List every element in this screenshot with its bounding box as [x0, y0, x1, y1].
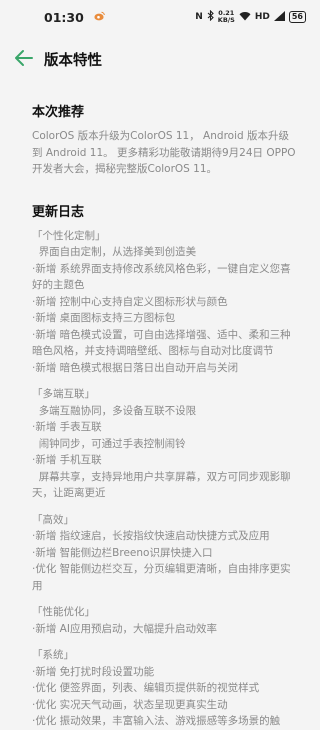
app-header: 版本特性	[0, 40, 320, 76]
changelog-line: ·新增 暗色模式根据日落日出自动开启与关闭	[32, 361, 239, 374]
release-notes: 本次推荐 ColorOS 版本升级为ColorOS 11， Android 版本…	[32, 104, 296, 730]
changelog-line: ·优化 智能侧边栏交互，分页编辑更清晰，自由排序更实用	[32, 563, 291, 592]
changelog-line: 多端互融协同，多设备互联不设限	[32, 404, 197, 417]
changelog-line: ·优化 便签界面，列表、编辑页提供新的视觉样式	[32, 682, 260, 694]
changelog-line: ·新增 暗色模式设置，可自由选择增强、适中、柔和三种暗色风格，并支持调暗壁纸、图…	[32, 328, 291, 358]
changelog-line: 「系统」	[32, 649, 74, 661]
changelog-line: ·新增 AI应用预启动，大幅提升启动效率	[32, 622, 217, 635]
changelog-line: ·优化 振动效果，丰富输入法、游戏振感等多场景的触	[32, 715, 281, 727]
changelog-line: 闹钟同步，可通过手表控制闹铃	[32, 437, 186, 450]
hd-label: HD	[254, 12, 270, 22]
recommend-text: ColorOS 版本升级为ColorOS 11， Android 版本升级到 A…	[32, 130, 296, 175]
changelog-title: 更新日志	[32, 204, 85, 220]
changelog-line: ·新增 手表互联	[32, 421, 102, 433]
changelog-line: 屏幕共享，支持异地用户共享屏幕，双方可同步观影聊天，让距离更近	[32, 470, 291, 500]
bluetooth-icon	[207, 9, 214, 24]
changelog-line: ·新增 控制中心支持自定义图标形状与颜色	[32, 295, 228, 308]
changelog-line: ·新增 桌面图标支持三方图标包	[32, 312, 176, 324]
changelog-line: ·新增 指纹速启，长按指纹快速启动快捷方式及应用	[32, 530, 270, 542]
changelog-line: 「性能优化」	[32, 606, 95, 618]
nfc-indicator: N	[195, 12, 203, 22]
changelog-line: ·新增 免打扰时段设置功能	[32, 665, 155, 678]
status-bar: 01:30 N 0.21 KB/S HD 56	[0, 0, 320, 34]
changelog-list: 「个性化定制」 界面自由定制，从选择美到创造美 ·新增 系统界面支持修改系统风格色…	[32, 228, 296, 730]
wifi-icon	[239, 11, 251, 24]
recommend-title: 本次推荐	[32, 105, 85, 120]
signal-icon	[273, 10, 285, 24]
back-arrow-icon[interactable]	[14, 49, 34, 67]
battery-indicator: 56	[288, 11, 306, 23]
changelog-line: 「个性化定制」	[32, 229, 106, 242]
page-title: 版本特性	[44, 53, 102, 69]
changelog-line: ·新增 系统界面支持修改系统风格色彩，一键自定义您喜好的主题色	[32, 262, 291, 292]
status-indicators: N 0.21 KB/S HD 56	[195, 10, 306, 24]
status-time: 01:30	[44, 9, 84, 25]
net-speed: 0.21 KB/S	[217, 9, 235, 24]
changelog-line: 界面自由定制，从选择美到创造美	[32, 246, 197, 258]
weibo-icon	[94, 11, 105, 24]
changelog-line: ·优化 实况天气动画，状态呈现更真实生动	[32, 698, 228, 711]
changelog-line: 「多端互联」	[32, 388, 95, 400]
changelog-line: 「高效」	[32, 513, 74, 526]
changelog-line: ·新增 智能侧边栏Breeno识屏快捷入口	[32, 546, 213, 559]
changelog-line: ·新增 手机互联	[32, 454, 102, 466]
